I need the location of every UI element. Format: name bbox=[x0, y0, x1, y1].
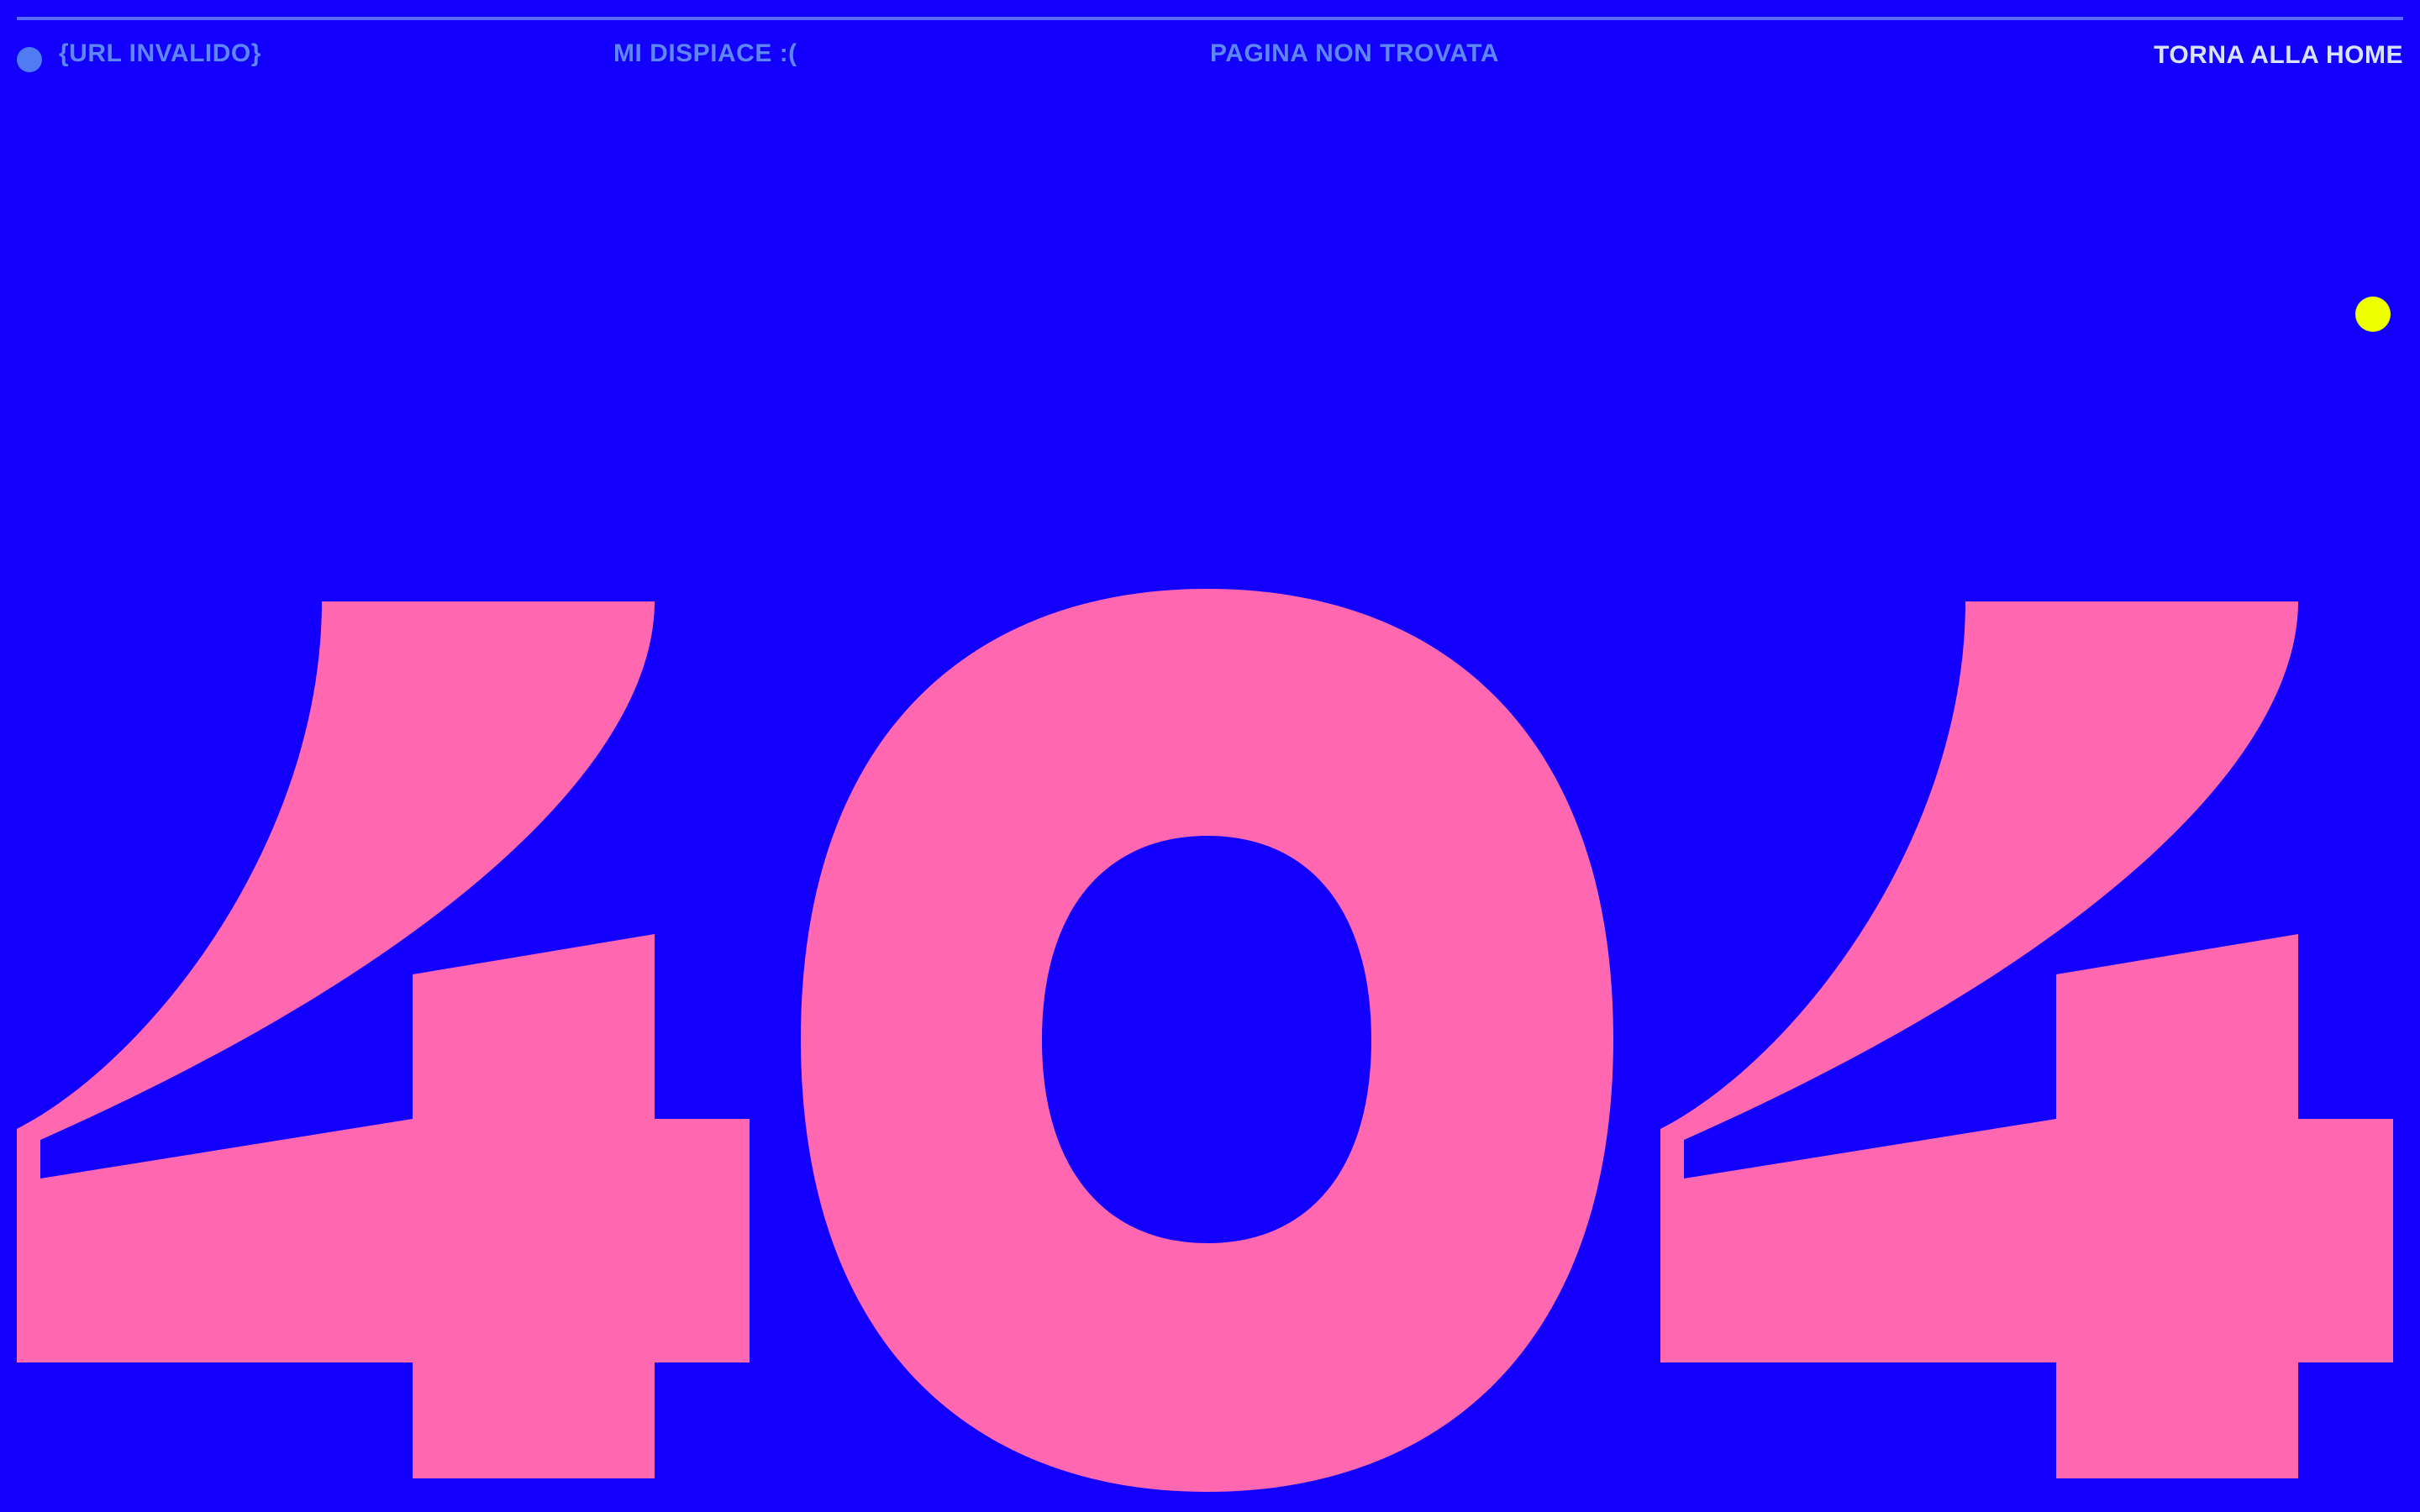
digit-four-right bbox=[1660, 601, 2393, 1478]
digit-four-left bbox=[17, 601, 750, 1478]
digit-zero bbox=[801, 589, 1613, 1492]
error-404-graphic bbox=[17, 589, 2393, 1492]
